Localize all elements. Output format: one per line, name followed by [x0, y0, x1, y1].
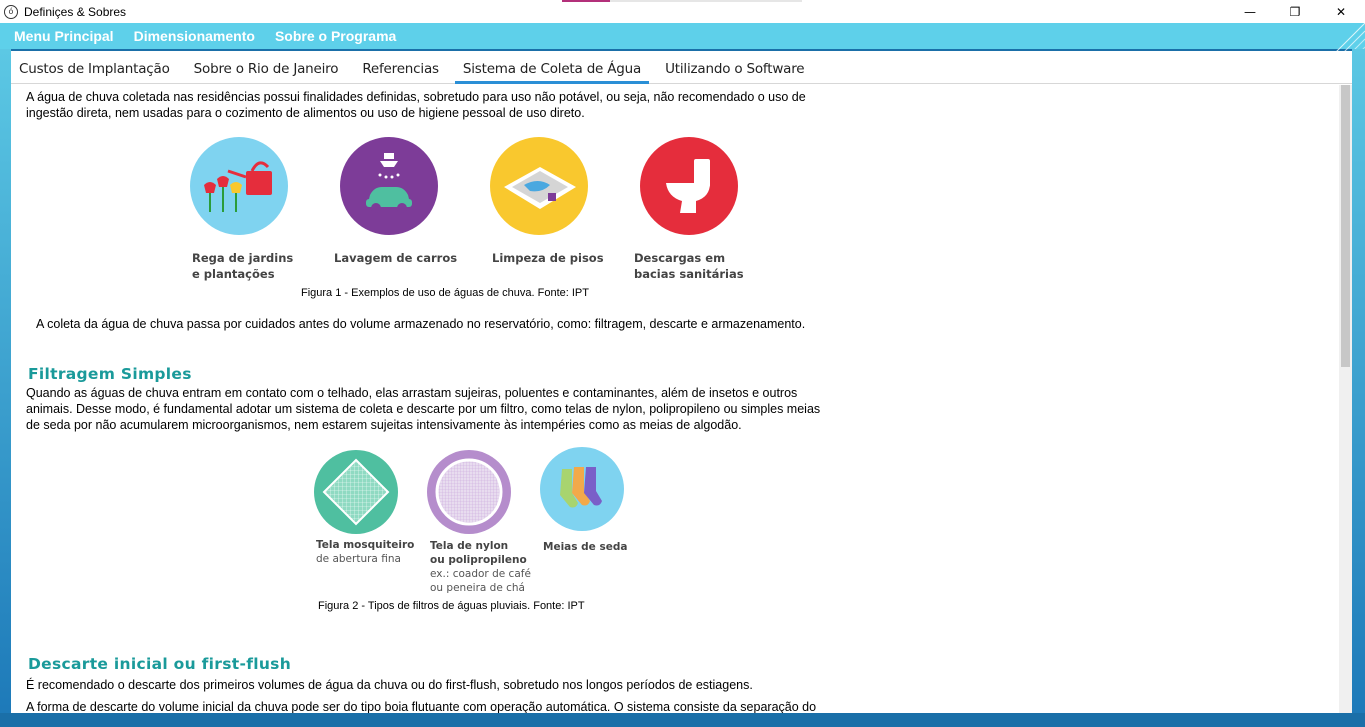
- restore-button[interactable]: ❐: [1272, 0, 1318, 23]
- filter-sub-mosquiteiro: de abertura fina: [316, 553, 401, 565]
- filter-label-nylon-1: Tela de nylon: [430, 540, 509, 552]
- descarte-line-2: A forma de descarte do volume inicial da…: [26, 700, 817, 713]
- tab-referencias[interactable]: Referencias: [354, 61, 447, 83]
- watering-can-icon: [190, 137, 288, 235]
- filter-label-nylon-2: ou polipropileno: [430, 554, 527, 566]
- filtragem-line-1: Quando as águas de chuva entram em conta…: [26, 386, 798, 400]
- filtragem-line-2: animais. Desse modo, é fundamental adota…: [26, 402, 821, 416]
- scroll-content: A água de chuva coletada nas residências…: [11, 85, 1339, 713]
- mosquito-net-icon: [314, 450, 398, 534]
- window-frame-right: [1352, 49, 1365, 727]
- filter-sub-nylon-1: ex.: coador de café: [430, 568, 531, 580]
- nylon-mesh-icon: [427, 450, 511, 534]
- use-label-limpeza: Limpeza de pisos: [492, 251, 604, 265]
- use-label-descargas-1: Descargas em: [634, 251, 726, 265]
- socks-icon: [540, 447, 624, 531]
- filter-label-mosquiteiro: Tela mosquiteiro: [316, 539, 415, 551]
- menu-item-dimensionamento[interactable]: Dimensionamento: [134, 28, 255, 44]
- title-accent-track: [610, 0, 802, 2]
- tab-custos[interactable]: Custos de Implantação: [11, 61, 178, 83]
- figure2-caption: Figura 2 - Tipos de filtros de águas plu…: [318, 600, 585, 612]
- car-wash-icon: [340, 137, 438, 235]
- window-frame-bottom: [0, 713, 1365, 727]
- figure1-caption: Figura 1 - Exemplos de uso de águas de c…: [301, 287, 589, 299]
- close-button[interactable]: ✕: [1318, 0, 1364, 23]
- intro-line-1: A água de chuva coletada nas residências…: [26, 90, 806, 104]
- filtragem-line-3: de seda por não acumularem microorganism…: [26, 418, 742, 432]
- tab-sistema-coleta[interactable]: Sistema de Coleta de Água: [454, 61, 650, 84]
- tab-utilizando[interactable]: Utilizando o Software: [657, 61, 812, 83]
- descarte-line-1: É recomendado o descarte dos primeiros v…: [26, 678, 753, 692]
- use-label-rega-1: Rega de jardins: [192, 251, 294, 265]
- title-bar: ó Definiçes & Sobres: [0, 0, 1365, 23]
- scrollbar-thumb[interactable]: [1341, 85, 1350, 367]
- filter-label-meias: Meias de seda: [543, 541, 628, 553]
- app-icon: ó: [4, 4, 18, 19]
- vertical-scrollbar[interactable]: [1339, 85, 1352, 713]
- menu-bar: Menu Principal Dimensionamento Sobre o P…: [0, 23, 1365, 49]
- toilet-icon: [640, 137, 738, 235]
- coleta-text: A coleta da água de chuva passa por cuid…: [36, 317, 806, 331]
- intro-line-2: ingestão direta, nem usadas para o cozim…: [26, 106, 585, 120]
- tab-strip: Custos de Implantação Sobre o Rio de Jan…: [11, 51, 1352, 84]
- use-label-rega-2: e plantações: [192, 267, 275, 281]
- use-label-descargas-2: bacias sanitárias: [634, 267, 744, 281]
- descarte-heading: Descarte inicial ou first-flush: [28, 655, 292, 673]
- minimize-button[interactable]: —: [1227, 0, 1273, 23]
- menu-item-sobre[interactable]: Sobre o Programa: [275, 28, 396, 44]
- filter-sub-nylon-2: ou peneira de chá: [430, 582, 525, 594]
- window-title: Definiçes & Sobres: [24, 4, 127, 19]
- window-frame-left: [0, 49, 11, 727]
- floor-cleaning-icon: [490, 137, 588, 235]
- content-panel: Custos de Implantação Sobre o Rio de Jan…: [11, 51, 1352, 713]
- filtragem-heading: Filtragem Simples: [28, 365, 192, 383]
- tab-rio[interactable]: Sobre o Rio de Janeiro: [186, 61, 347, 83]
- menu-item-principal[interactable]: Menu Principal: [14, 28, 114, 44]
- use-label-lavagem: Lavagem de carros: [334, 251, 458, 265]
- title-accent: [562, 0, 610, 2]
